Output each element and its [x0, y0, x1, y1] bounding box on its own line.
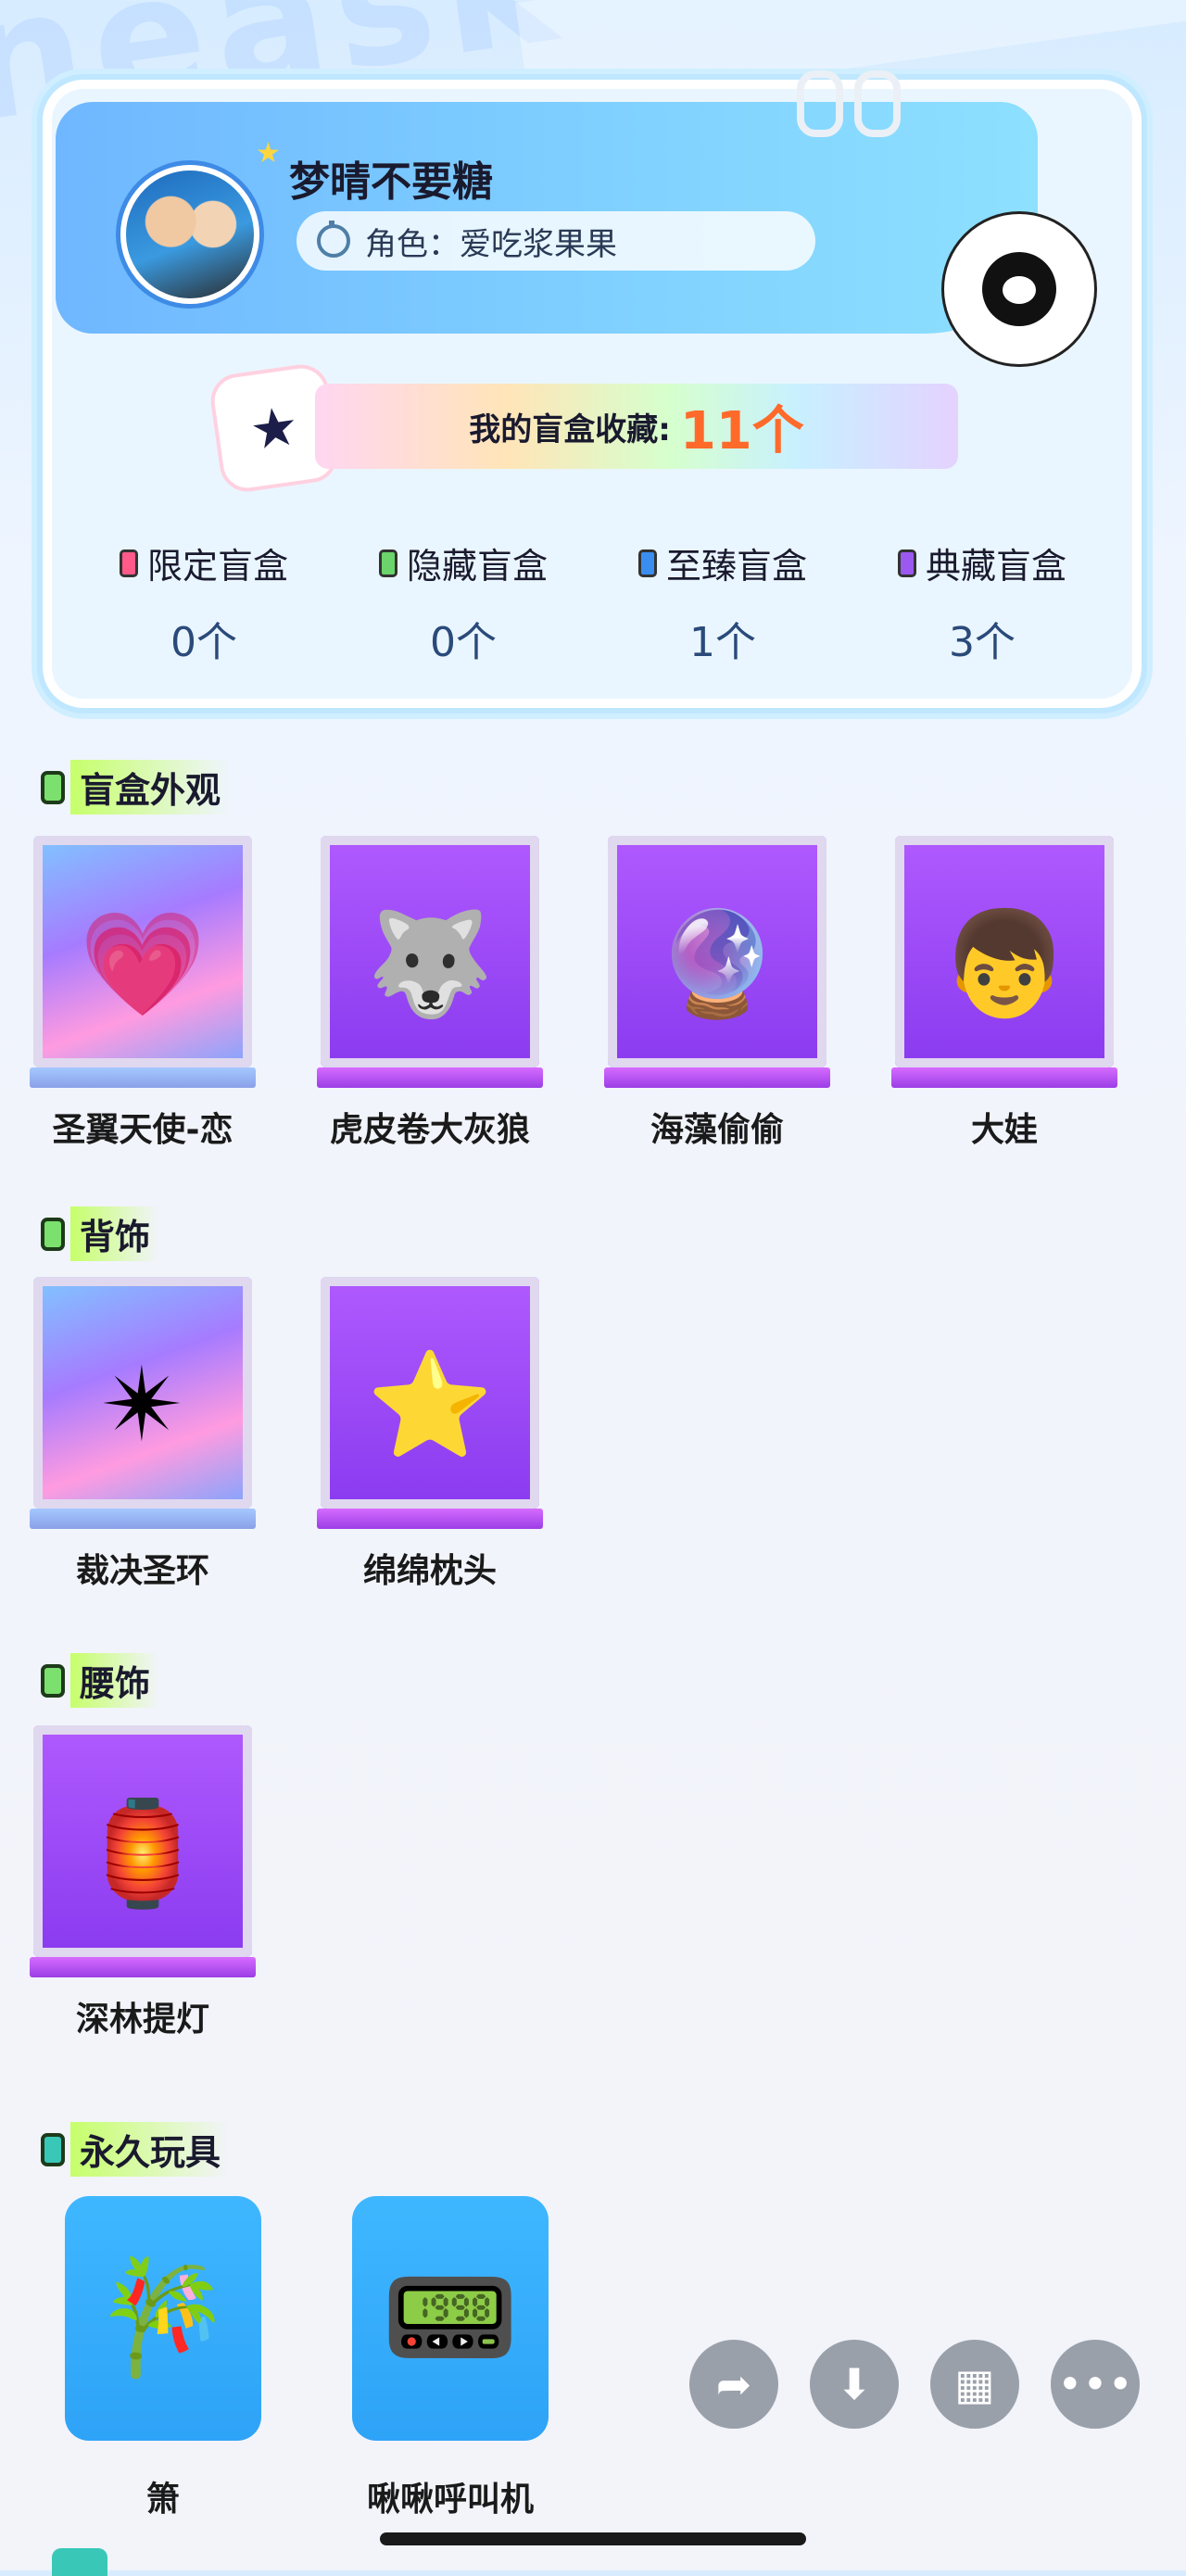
- role-icon: [317, 221, 350, 258]
- halo-icon: ✴: [99, 1345, 186, 1464]
- item-card[interactable]: ⭐ 绵绵枕头: [317, 1277, 543, 1592]
- section-title: 背饰: [70, 1206, 160, 1261]
- case-base: [891, 1067, 1117, 1088]
- stat-value: 0个: [170, 619, 237, 666]
- section-blindbox-icon: [41, 1663, 65, 1698]
- case-base: [604, 1067, 830, 1088]
- role-pill: 角色：爱吃浆果果: [296, 211, 815, 271]
- winged-heart-icon: 💗: [79, 903, 207, 1023]
- pillow-icon: ⭐: [366, 1345, 494, 1464]
- stat-value: 3个: [949, 619, 1016, 666]
- flute-icon: 🎋: [65, 2196, 261, 2441]
- toy-name: 啾啾呼叫机: [366, 2481, 534, 2519]
- section-header-toys: 永久玩具: [41, 2122, 231, 2177]
- collection-count: 11个: [679, 400, 804, 461]
- item-card[interactable]: 🔮 海藻偷偷: [604, 836, 830, 1151]
- section-toy-icon: [52, 2548, 107, 2576]
- display-case: 🔮: [608, 836, 826, 1067]
- lantern-icon: 🏮: [79, 1793, 207, 1913]
- more-button[interactable]: •••: [1051, 2340, 1140, 2429]
- home-indicator[interactable]: [380, 2532, 806, 2545]
- item-card[interactable]: 🐺 虎皮卷大灰狼: [317, 836, 543, 1151]
- display-case: 💗: [33, 836, 252, 1067]
- item-card[interactable]: ✴ 裁决圣环: [30, 1277, 256, 1592]
- section-title: 永久玩具: [70, 2122, 231, 2177]
- case-base: [30, 1957, 256, 1977]
- case-base: [30, 1067, 256, 1088]
- toy-name: 箫: [145, 2481, 180, 2519]
- item-name: 裁决圣环: [75, 1552, 209, 1590]
- case-base: [30, 1509, 256, 1529]
- section-blindbox-icon: [41, 1217, 65, 1251]
- grid-button[interactable]: ▦: [930, 2340, 1019, 2429]
- pager-icon: 📟: [352, 2196, 549, 2441]
- share-button[interactable]: ➦: [689, 2340, 778, 2429]
- stat-value: 1个: [689, 619, 756, 666]
- grid-icon: ▦: [954, 2359, 995, 2409]
- stat-limited[interactable]: 限定盲盒 0个: [74, 537, 334, 668]
- item-name: 圣翼天使-恋: [52, 1111, 233, 1149]
- blindbox-collection-icon: [897, 549, 916, 577]
- stat-value: 0个: [430, 619, 497, 666]
- download-icon: ⬇: [836, 2359, 873, 2409]
- display-case: 🏮: [33, 1725, 252, 1957]
- blindbox-hidden-icon: [378, 549, 397, 577]
- stat-label: 限定盲盒: [146, 546, 288, 587]
- toy-card[interactable]: 🎋 箫: [65, 2196, 261, 2520]
- section-header-waist: 腰饰: [41, 1653, 160, 1708]
- stat-supreme[interactable]: 至臻盲盒 1个: [593, 537, 852, 668]
- role-text: 角色：爱吃浆果果: [365, 225, 617, 263]
- item-name: 虎皮卷大灰狼: [329, 1111, 530, 1149]
- logo-mark-icon: [982, 252, 1056, 326]
- item-card[interactable]: 👦 大娃: [891, 836, 1117, 1151]
- stat-hidden[interactable]: 隐藏盲盒 0个: [334, 537, 593, 668]
- section-header-appearance: 盲盒外观: [41, 760, 231, 814]
- item-card[interactable]: 🏮 深林提灯: [30, 1725, 256, 2040]
- section-title: 盲盒外观: [70, 760, 231, 814]
- case-base: [317, 1067, 543, 1088]
- stat-label: 典藏盲盒: [925, 546, 1066, 587]
- more-icon: •••: [1057, 2359, 1133, 2409]
- case-base: [317, 1509, 543, 1529]
- fluffy-ball-icon: 🔮: [653, 903, 781, 1023]
- netease-games-logo: [941, 211, 1097, 367]
- display-case: ✴: [33, 1277, 252, 1509]
- item-card[interactable]: 💗 圣翼天使-恋: [30, 836, 256, 1151]
- item-name: 绵绵枕头: [362, 1552, 497, 1590]
- stat-label: 至臻盲盒: [665, 546, 807, 587]
- toy-card[interactable]: 📟 啾啾呼叫机: [352, 2196, 549, 2520]
- display-case: ⭐: [321, 1277, 539, 1509]
- blindbox-stats: 限定盲盒 0个 隐藏盲盒 0个 至臻盲盒 1个 典藏盲盒 3个: [74, 537, 1112, 668]
- blindbox-supreme-icon: [637, 549, 657, 577]
- section-blindbox-icon: [41, 770, 65, 804]
- display-case: 🐺: [321, 836, 539, 1067]
- avatar[interactable]: [120, 165, 259, 304]
- section-header-back: 背饰: [41, 1206, 160, 1261]
- stat-label: 隐藏盲盒: [406, 546, 548, 587]
- display-case: 👦: [895, 836, 1114, 1067]
- section-title: 腰饰: [70, 1653, 160, 1708]
- share-icon: ➦: [715, 2359, 752, 2409]
- star-icon: ★: [256, 137, 281, 170]
- blindbox-limited-icon: [119, 549, 138, 577]
- stat-collection[interactable]: 典藏盲盒 3个: [852, 537, 1112, 668]
- item-name: 大娃: [970, 1111, 1038, 1149]
- gourd-kid-icon: 👦: [940, 903, 1068, 1023]
- collection-summary: 我的盲盒收藏: 11个: [315, 384, 958, 469]
- download-button[interactable]: ⬇: [810, 2340, 899, 2429]
- section-toy-icon: [41, 2132, 65, 2166]
- binder-rings: [797, 70, 912, 141]
- item-name: 深林提灯: [75, 2001, 209, 2039]
- wolf-icon: 🐺: [366, 903, 494, 1023]
- nickname: 梦晴不要糖: [289, 158, 493, 206]
- collection-label: 我的盲盒收藏:: [469, 410, 671, 448]
- item-name: 海藻偷偷: [650, 1111, 784, 1149]
